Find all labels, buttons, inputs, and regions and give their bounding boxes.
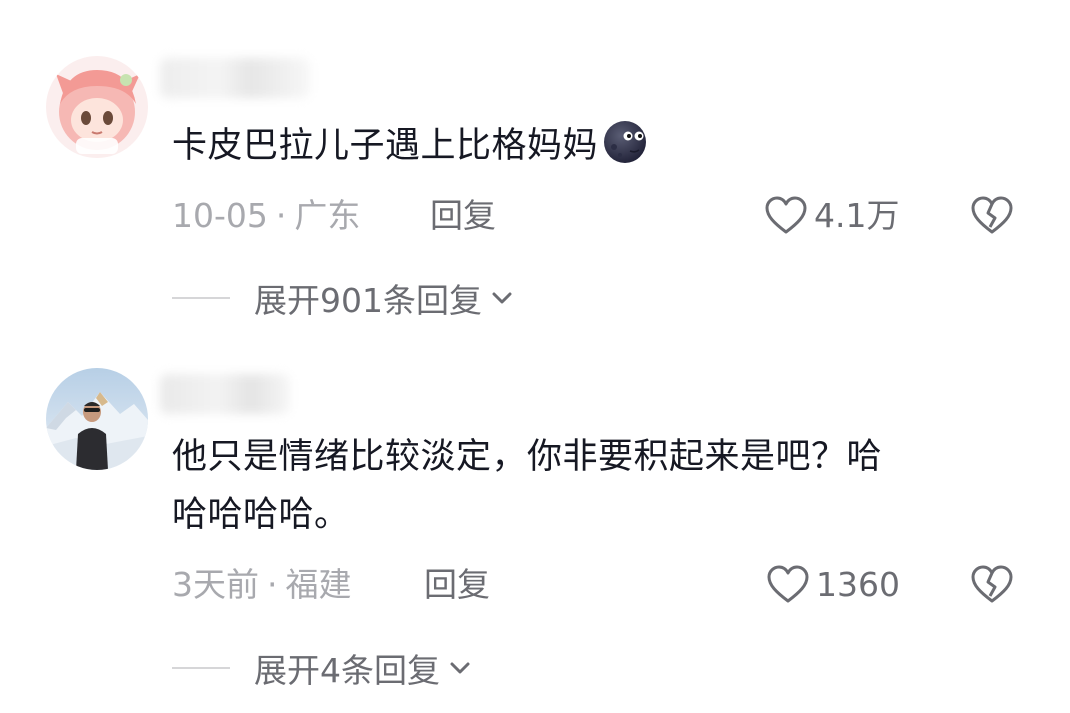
username-blurred[interactable] bbox=[160, 374, 290, 414]
like-button[interactable]: 4.1万 bbox=[764, 194, 899, 238]
comment-text-line: 他只是情绪比较淡定，你非要积起来是吧？哈 bbox=[172, 437, 883, 477]
like-button[interactable]: 1360 bbox=[766, 563, 900, 607]
comment-text-content: 卡皮巴拉儿子遇上比格妈妈 bbox=[172, 126, 599, 166]
comment-meta: 3天前 · 福建 回复 1360 bbox=[172, 563, 1032, 607]
comment-location: 广东 bbox=[294, 196, 361, 235]
comment-date: 3天前 bbox=[172, 565, 259, 604]
expand-replies-label: 展开901条回复 bbox=[254, 281, 482, 320]
comment-meta: 10-05 · 广东 回复 4.1万 bbox=[172, 194, 1032, 238]
comment-location: 福建 bbox=[285, 565, 352, 604]
chevron-down-icon bbox=[450, 662, 470, 674]
dislike-button[interactable] bbox=[970, 563, 1014, 607]
chevron-down-icon bbox=[492, 292, 512, 304]
reply-button[interactable]: 回复 bbox=[424, 563, 490, 607]
meta-separator: · bbox=[267, 565, 278, 604]
comment-date: 10-05 bbox=[172, 196, 268, 235]
divider-line bbox=[172, 297, 230, 299]
comment-text-line: 哈哈哈哈。 bbox=[172, 495, 350, 535]
broken-heart-icon bbox=[971, 196, 1013, 234]
expand-replies-button[interactable]: 展开901条回复 bbox=[172, 276, 516, 320]
comment-list: 卡皮巴拉儿子遇上比格妈妈 10-05 · 广东 回复 4.1万 展开901条回复… bbox=[0, 0, 1070, 713]
username-blurred[interactable] bbox=[160, 58, 310, 98]
divider-line bbox=[172, 667, 230, 669]
dislike-button[interactable] bbox=[970, 194, 1014, 238]
heart-icon bbox=[765, 196, 807, 234]
heart-icon bbox=[767, 565, 809, 603]
comment-text: 卡皮巴拉儿子遇上比格妈妈 bbox=[172, 117, 648, 175]
like-count: 1360 bbox=[816, 565, 900, 604]
meta-separator: · bbox=[275, 196, 287, 235]
expand-replies-button[interactable]: 展开4条回复 bbox=[172, 646, 474, 690]
reply-button[interactable]: 回复 bbox=[430, 194, 496, 238]
broken-heart-icon bbox=[971, 565, 1013, 603]
avatar[interactable] bbox=[46, 56, 148, 158]
comment-text: 他只是情绪比较淡定，你非要积起来是吧？哈 哈哈哈哈。 bbox=[172, 428, 1032, 544]
avatar[interactable] bbox=[46, 368, 148, 470]
like-count: 4.1万 bbox=[814, 196, 900, 235]
expand-replies-label: 展开4条回复 bbox=[254, 651, 440, 690]
new-moon-face-icon bbox=[602, 119, 648, 165]
